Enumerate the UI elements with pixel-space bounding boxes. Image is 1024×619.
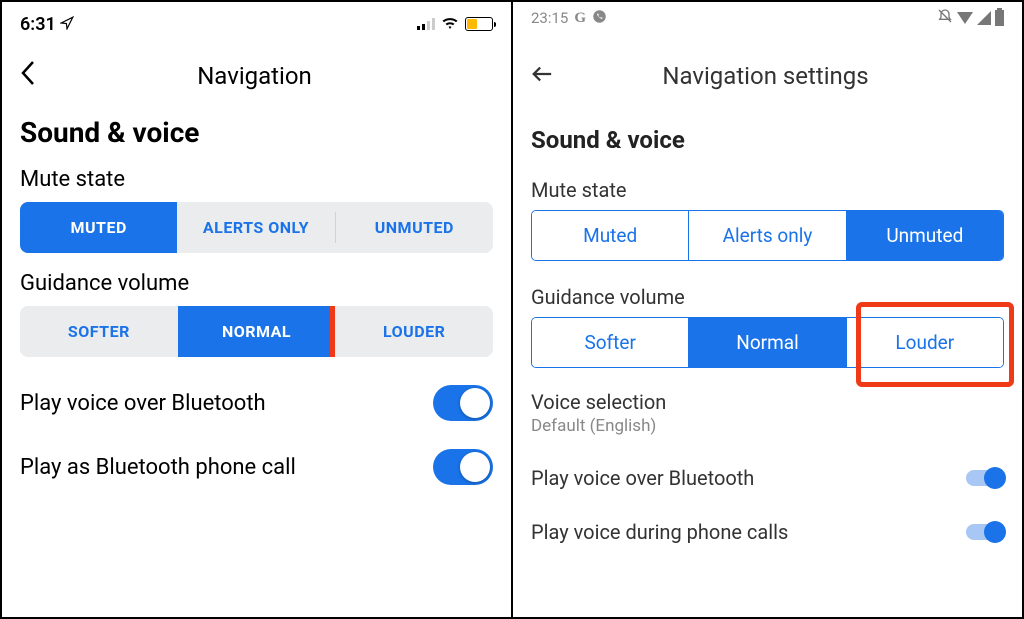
do-not-disturb-icon — [937, 8, 953, 28]
mute-option-unmuted[interactable]: Unmuted — [847, 211, 1003, 260]
guidance-volume-segmented: SOFTER NORMAL LOUDER — [20, 306, 493, 357]
mute-option-alerts[interactable]: ALERTS ONLY — [177, 202, 334, 253]
play-voice-bluetooth-label: Play voice over Bluetooth — [531, 466, 754, 490]
ios-status-bar: 6:31 — [20, 2, 493, 46]
guidance-option-softer[interactable]: Softer — [532, 318, 689, 367]
cell-signal-icon — [417, 18, 435, 30]
voice-selection-label: Voice selection — [531, 390, 1004, 414]
play-voice-phonecalls-label: Play voice during phone calls — [531, 520, 788, 544]
signal-icon — [957, 12, 973, 24]
mute-state-label: Mute state — [20, 167, 493, 192]
play-as-phonecall-toggle[interactable] — [433, 449, 493, 485]
page-title: Navigation settings — [553, 62, 978, 90]
mute-state-segmented: MUTED ALERTS ONLY UNMUTED — [20, 202, 493, 253]
android-header: Navigation settings — [531, 44, 1004, 108]
android-status-bar: 23:15 G — [531, 2, 1004, 30]
guidance-option-louder[interactable]: Louder — [847, 318, 1003, 367]
guidance-volume-segmented: Softer Normal Louder — [531, 317, 1004, 368]
play-voice-phonecalls-toggle[interactable] — [966, 524, 1004, 540]
page-title: Navigation — [36, 62, 473, 90]
battery-icon — [465, 17, 493, 31]
mute-option-unmuted[interactable]: UNMUTED — [336, 202, 493, 253]
back-icon[interactable] — [20, 60, 36, 93]
mute-option-alerts[interactable]: Alerts only — [689, 211, 846, 260]
android-pane: 23:15 G Navigation settings Sound & — [513, 2, 1022, 617]
play-voice-phonecalls-row: Play voice during phone calls — [531, 520, 1004, 544]
guidance-volume-label: Guidance volume — [20, 271, 493, 296]
android-time: 23:15 — [531, 9, 568, 27]
guidance-option-louder[interactable]: LOUDER — [335, 306, 493, 357]
guidance-option-normal[interactable]: NORMAL — [178, 306, 336, 357]
wifi-icon — [441, 14, 459, 35]
mute-state-segmented: Muted Alerts only Unmuted — [531, 210, 1004, 261]
location-icon — [60, 14, 74, 35]
play-voice-bluetooth-toggle[interactable] — [966, 470, 1004, 486]
mute-option-muted[interactable]: MUTED — [20, 202, 177, 253]
play-voice-bluetooth-row: Play voice over Bluetooth — [531, 466, 1004, 490]
guidance-volume-label: Guidance volume — [531, 285, 1004, 309]
network-icon — [977, 11, 991, 25]
back-icon[interactable] — [531, 61, 553, 91]
ios-header: Navigation — [20, 46, 493, 106]
mute-state-label: Mute state — [531, 178, 1004, 202]
battery-icon — [995, 10, 1004, 26]
play-voice-bluetooth-label: Play voice over Bluetooth — [20, 391, 266, 416]
play-as-phonecall-row: Play as Bluetooth phone call — [20, 449, 493, 485]
section-sound-voice: Sound & voice — [531, 126, 1004, 154]
guidance-option-normal[interactable]: Normal — [689, 318, 846, 367]
play-as-phonecall-label: Play as Bluetooth phone call — [20, 455, 296, 480]
ios-pane: 6:31 Navigation Sound & voice Mute state — [2, 2, 513, 617]
voice-selection-value: Default (English) — [531, 416, 1004, 436]
play-voice-bluetooth-toggle[interactable] — [433, 385, 493, 421]
phone-icon — [592, 9, 607, 28]
play-voice-bluetooth-row: Play voice over Bluetooth — [20, 385, 493, 421]
section-sound-voice: Sound & voice — [20, 116, 493, 149]
guidance-option-softer[interactable]: SOFTER — [20, 306, 178, 357]
mute-option-muted[interactable]: Muted — [532, 211, 689, 260]
voice-selection-row[interactable]: Voice selection Default (English) — [531, 390, 1004, 436]
google-icon: G — [574, 10, 586, 27]
ios-time: 6:31 — [20, 14, 56, 35]
